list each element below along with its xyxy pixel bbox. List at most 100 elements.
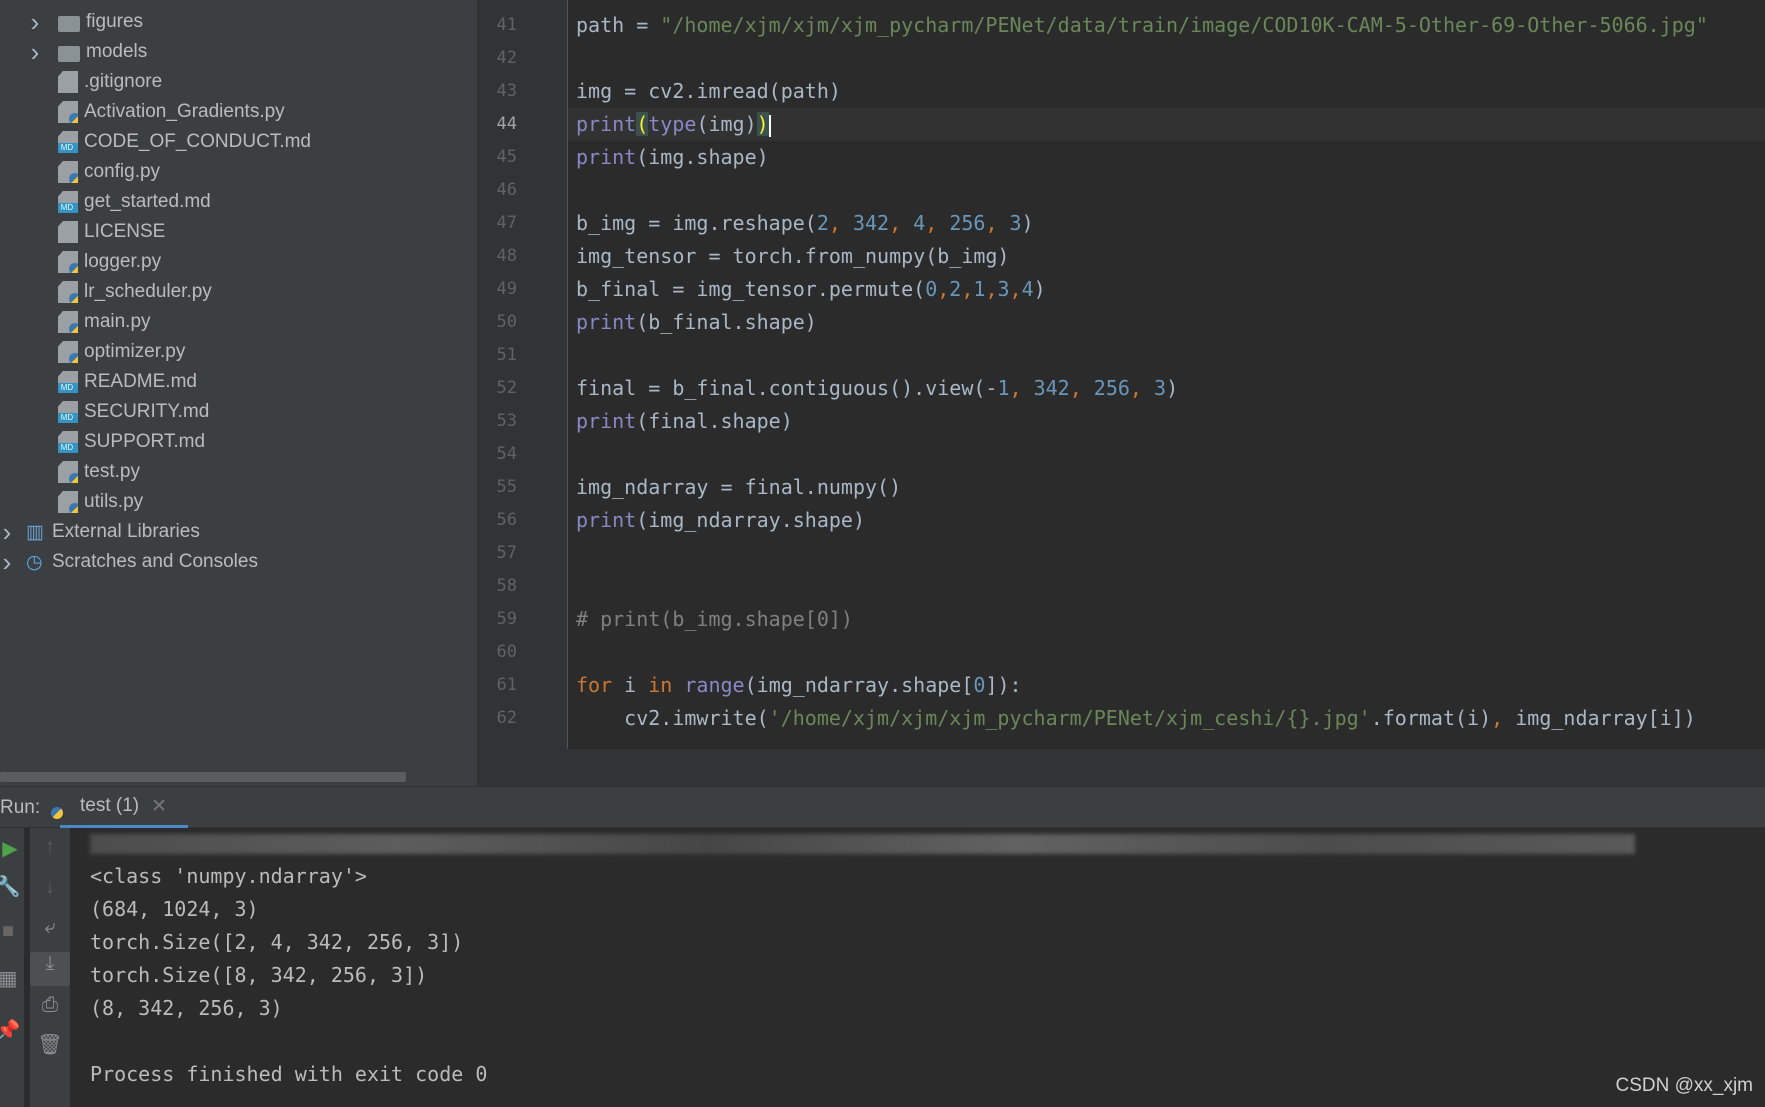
line-number: 56 <box>496 510 517 530</box>
tree-item[interactable]: optimizer.py <box>58 337 185 367</box>
close-tab-icon[interactable]: ✕ <box>151 795 167 818</box>
rerun-icon[interactable]: ▶ <box>0 836 30 861</box>
trash-icon[interactable]: 🗑 <box>30 1032 70 1057</box>
line-number: 54 <box>496 444 517 464</box>
tree-item-label: External Libraries <box>52 521 200 542</box>
tree-item[interactable]: README.md <box>58 367 197 397</box>
tree-item[interactable]: SECURITY.md <box>58 397 209 427</box>
line-number: 60 <box>496 642 517 662</box>
layout-icon[interactable]: ▦ <box>0 966 28 991</box>
console-line: torch.Size([2, 4, 342, 256, 3]) <box>90 930 464 954</box>
print-icon[interactable]: ⎙ <box>30 994 70 1017</box>
file-icon <box>58 221 78 243</box>
code-token: 3 <box>997 277 1010 301</box>
chevron-right-icon[interactable]: › <box>0 517 14 548</box>
code-line: b_img = img.reshape(2, 342, 4, 256, 3) <box>576 207 1034 240</box>
tree-item-label: lr_scheduler.py <box>84 281 212 302</box>
code-token: , <box>925 211 950 235</box>
tree-item[interactable]: main.py <box>58 307 151 337</box>
python-file-icon <box>58 251 78 273</box>
code-token: img_tensor = torch.from_numpy(b_img) <box>576 244 1010 268</box>
code-token: (img) <box>696 112 757 136</box>
tree-item[interactable]: › figures <box>31 7 143 37</box>
tree-item-label: get_started.md <box>84 191 211 212</box>
markdown-file-icon <box>58 401 78 423</box>
code-token: 4 <box>1021 277 1034 301</box>
code-token: (b_final.shape) <box>636 310 817 334</box>
chevron-right-icon[interactable]: › <box>0 547 14 578</box>
line-number: 59 <box>496 609 517 629</box>
code-token: 3 <box>1009 211 1022 235</box>
markdown-file-icon <box>58 371 78 393</box>
line-number: 51 <box>496 345 517 365</box>
python-file-icon <box>58 491 78 513</box>
run-tab-label: test (1) <box>80 795 140 816</box>
line-number: 48 <box>496 246 517 266</box>
code-token: print <box>576 112 637 136</box>
code-token: ) <box>1033 277 1046 301</box>
tree-item[interactable]: › ▥ External Libraries <box>3 517 200 547</box>
tree-item[interactable]: › models <box>31 37 148 67</box>
console-line: torch.Size([8, 342, 256, 3]) <box>90 963 428 987</box>
console-line: <class 'numpy.ndarray'> <box>90 864 367 888</box>
arrow-down-icon[interactable]: ↓ <box>30 876 70 899</box>
arrow-up-icon[interactable]: ↑ <box>30 836 70 859</box>
scroll-to-end-icon[interactable]: ⤓ <box>30 952 70 986</box>
tree-item[interactable]: utils.py <box>58 487 143 517</box>
python-file-icon <box>58 341 78 363</box>
run-toolbar: Run: test (1) ✕ <box>0 786 1765 828</box>
line-number: 52 <box>496 378 517 398</box>
code-line: print(b_final.shape) <box>576 306 817 339</box>
tree-item[interactable]: LICENSE <box>58 217 165 247</box>
tree-item-label: optimizer.py <box>84 341 186 362</box>
chevron-right-icon[interactable]: › <box>28 7 42 38</box>
tree-item[interactable]: › ◷ Scratches and Consoles <box>3 547 258 577</box>
soft-wrap-icon[interactable]: ⤶ <box>30 916 70 939</box>
pin-icon[interactable]: 📌 <box>0 1018 28 1043</box>
markdown-file-icon <box>58 131 78 153</box>
line-number: 44 <box>496 114 517 134</box>
code-token: ) <box>756 112 769 136</box>
console-line: Process finished with exit code 0 <box>90 1062 488 1086</box>
code-token: print <box>576 409 637 433</box>
line-number: 53 <box>496 411 517 431</box>
tree-item-label: logger.py <box>84 251 162 272</box>
code-token: , <box>1491 706 1516 730</box>
line-number: 47 <box>496 213 517 233</box>
project-tree-scrollbar[interactable] <box>0 772 406 782</box>
python-file-icon <box>58 311 78 333</box>
tree-item[interactable]: logger.py <box>58 247 161 277</box>
code-token: 0 <box>925 277 938 301</box>
tree-item[interactable]: config.py <box>58 157 160 187</box>
tree-item[interactable]: Activation_Gradients.py <box>58 97 285 127</box>
code-token: final = b_final.contiguous().view(- <box>576 376 998 400</box>
console-toolbar: ↑ ↓ ⤶ ⤓ ⎙ 🗑 <box>30 828 70 1107</box>
code-line: b_final = img_tensor.permute(0,2,1,3,4) <box>576 273 1046 306</box>
code-line: print(img_ndarray.shape) <box>576 504 865 537</box>
stop-icon[interactable]: ■ <box>0 920 28 943</box>
tree-item[interactable]: SUPPORT.md <box>58 427 205 457</box>
tree-item[interactable]: .gitignore <box>58 67 162 97</box>
python-file-icon <box>58 101 78 123</box>
python-file-icon <box>58 461 78 483</box>
code-token: 0 <box>973 673 986 697</box>
line-number: 58 <box>496 576 517 596</box>
project-tree: › figures › models .gitignore Activation_Grad… <box>0 0 477 786</box>
run-tab-test[interactable]: test (1) ✕ <box>51 787 188 828</box>
line-number: 55 <box>496 477 517 497</box>
line-number: 46 <box>496 180 517 200</box>
tree-item[interactable]: lr_scheduler.py <box>58 277 212 307</box>
tree-item[interactable]: CODE_OF_CONDUCT.md <box>58 127 311 157</box>
watermark: CSDN @xx_xjm <box>1615 1075 1753 1096</box>
console-line: (684, 1024, 3) <box>90 897 259 921</box>
code-token: path = <box>576 13 661 37</box>
chevron-right-icon[interactable]: › <box>28 37 42 68</box>
code-token: b_img = img.reshape( <box>576 211 817 235</box>
folder-icon <box>58 15 80 32</box>
code-token: , <box>889 211 914 235</box>
wrench-icon[interactable]: 🔧 <box>0 874 28 899</box>
tree-item[interactable]: test.py <box>58 457 140 487</box>
tree-item[interactable]: get_started.md <box>58 187 211 217</box>
code-line: print(type(img)) <box>576 108 771 141</box>
code-token: '/home/xjm/xjm/xjm_pycharm/PENet/xjm_ces… <box>768 706 1371 730</box>
